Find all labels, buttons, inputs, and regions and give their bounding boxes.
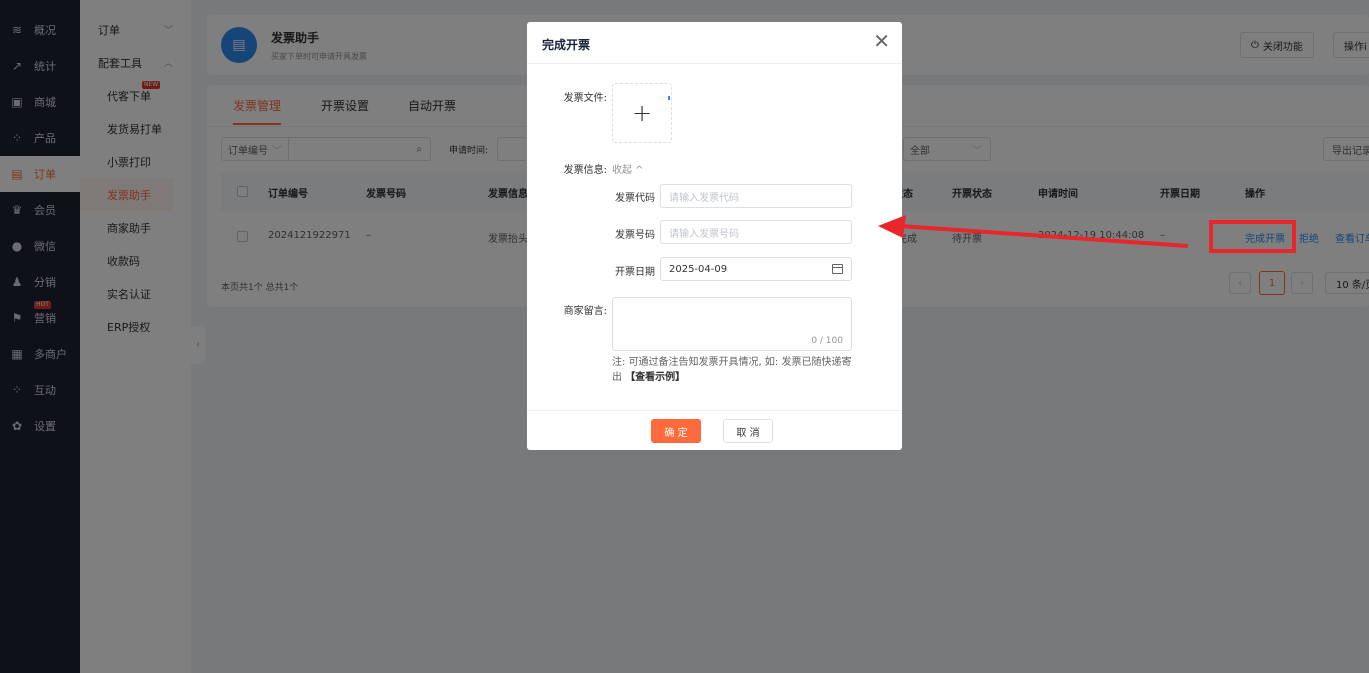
annotation-arrow-icon bbox=[878, 215, 1189, 248]
